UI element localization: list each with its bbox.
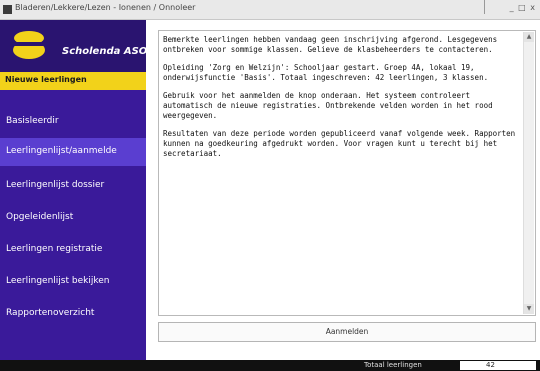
logo-text: Scholenda ASO <box>62 46 148 57</box>
nav-item-aanmelde[interactable]: Leerlingenlijst/aanmelde <box>0 138 146 166</box>
nav-item-registratie[interactable]: Leerlingen registratie <box>0 236 146 264</box>
message-paragraph: Bemerkte leerlingen hebben vandaag geen … <box>163 35 498 54</box>
nav-item-label: Basisleerdir <box>6 116 59 126</box>
status-label: Totaal leerlingen <box>364 361 422 369</box>
status-value-field[interactable]: 42 <box>460 361 536 370</box>
logo-icon <box>12 31 46 59</box>
submit-button[interactable]: Aanmelden <box>158 322 536 342</box>
nav-item-label: Leerlingenlijst/aanmelde <box>6 146 117 156</box>
scroll-up-icon[interactable]: ▲ <box>524 32 534 42</box>
nav-item-label: Rapportenoverzicht <box>6 308 95 318</box>
window-controls[interactable]: _ □ x <box>510 3 536 12</box>
app-icon <box>3 5 12 14</box>
nav-item-dossier[interactable]: Leerlingenlijst dossier <box>0 172 146 200</box>
logo-area: Scholenda ASO <box>0 20 148 72</box>
window-title: Bladeren/Lekkere/Lezen - Ionenen / Onnol… <box>15 3 196 12</box>
status-value: 42 <box>486 361 495 369</box>
message-textarea[interactable]: Bemerkte leerlingen hebben vandaag geen … <box>158 30 536 316</box>
vertical-scrollbar[interactable]: ▲ ▼ <box>523 32 534 314</box>
title-bar: Bladeren/Lekkere/Lezen - Ionenen / Onnol… <box>0 0 540 20</box>
new-students-button[interactable]: Nieuwe leerlingen <box>0 72 146 90</box>
scroll-down-icon[interactable]: ▼ <box>524 304 534 314</box>
message-paragraph: Opleiding 'Zorg en Welzijn': Schooljaar … <box>163 63 489 82</box>
status-bar: Totaal leerlingen 42 <box>0 360 540 371</box>
nav-item-opgeleiden[interactable]: Opgeleidenlijst <box>0 204 146 232</box>
message-text: Bemerkte leerlingen hebben vandaag geen … <box>163 35 523 311</box>
nav-item-basis[interactable]: Basisleerdir <box>0 108 146 136</box>
main-content: Bemerkte leerlingen hebben vandaag geen … <box>146 20 540 360</box>
message-paragraph: Gebruik voor het aanmelden de knop onder… <box>163 91 493 120</box>
title-bar-divider <box>484 0 485 14</box>
sidebar: Scholenda ASO Nieuwe leerlingen Basislee… <box>0 20 148 360</box>
nav-item-bekijken[interactable]: Leerlingenlijst bekijken <box>0 268 146 296</box>
message-paragraph: Resultaten van deze periode worden gepub… <box>163 129 516 158</box>
nav-item-label: Leerlingen registratie <box>6 244 103 254</box>
new-students-label: Nieuwe leerlingen <box>5 75 87 84</box>
submit-button-label: Aanmelden <box>325 327 369 336</box>
nav-item-label: Leerlingenlijst bekijken <box>6 276 110 286</box>
nav-item-label: Opgeleidenlijst <box>6 212 74 222</box>
nav-item-label: Leerlingenlijst dossier <box>6 180 105 190</box>
nav-item-rapporten[interactable]: Rapportenoverzicht <box>0 300 146 328</box>
